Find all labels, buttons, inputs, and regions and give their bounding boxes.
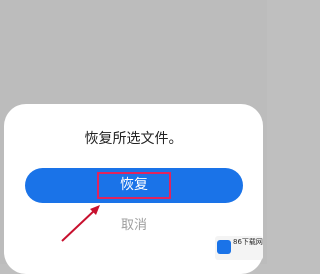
dialog-message: 恢复所选文件。	[84, 131, 183, 147]
site-logo-icon	[217, 240, 231, 254]
restore-button-label: 恢复	[97, 172, 171, 199]
site-watermark: 86下载网	[215, 236, 263, 260]
restore-button[interactable]: 恢复	[25, 168, 243, 203]
watermark-text: 86下载网	[233, 238, 263, 246]
arrow-pointer-icon	[61, 205, 100, 242]
